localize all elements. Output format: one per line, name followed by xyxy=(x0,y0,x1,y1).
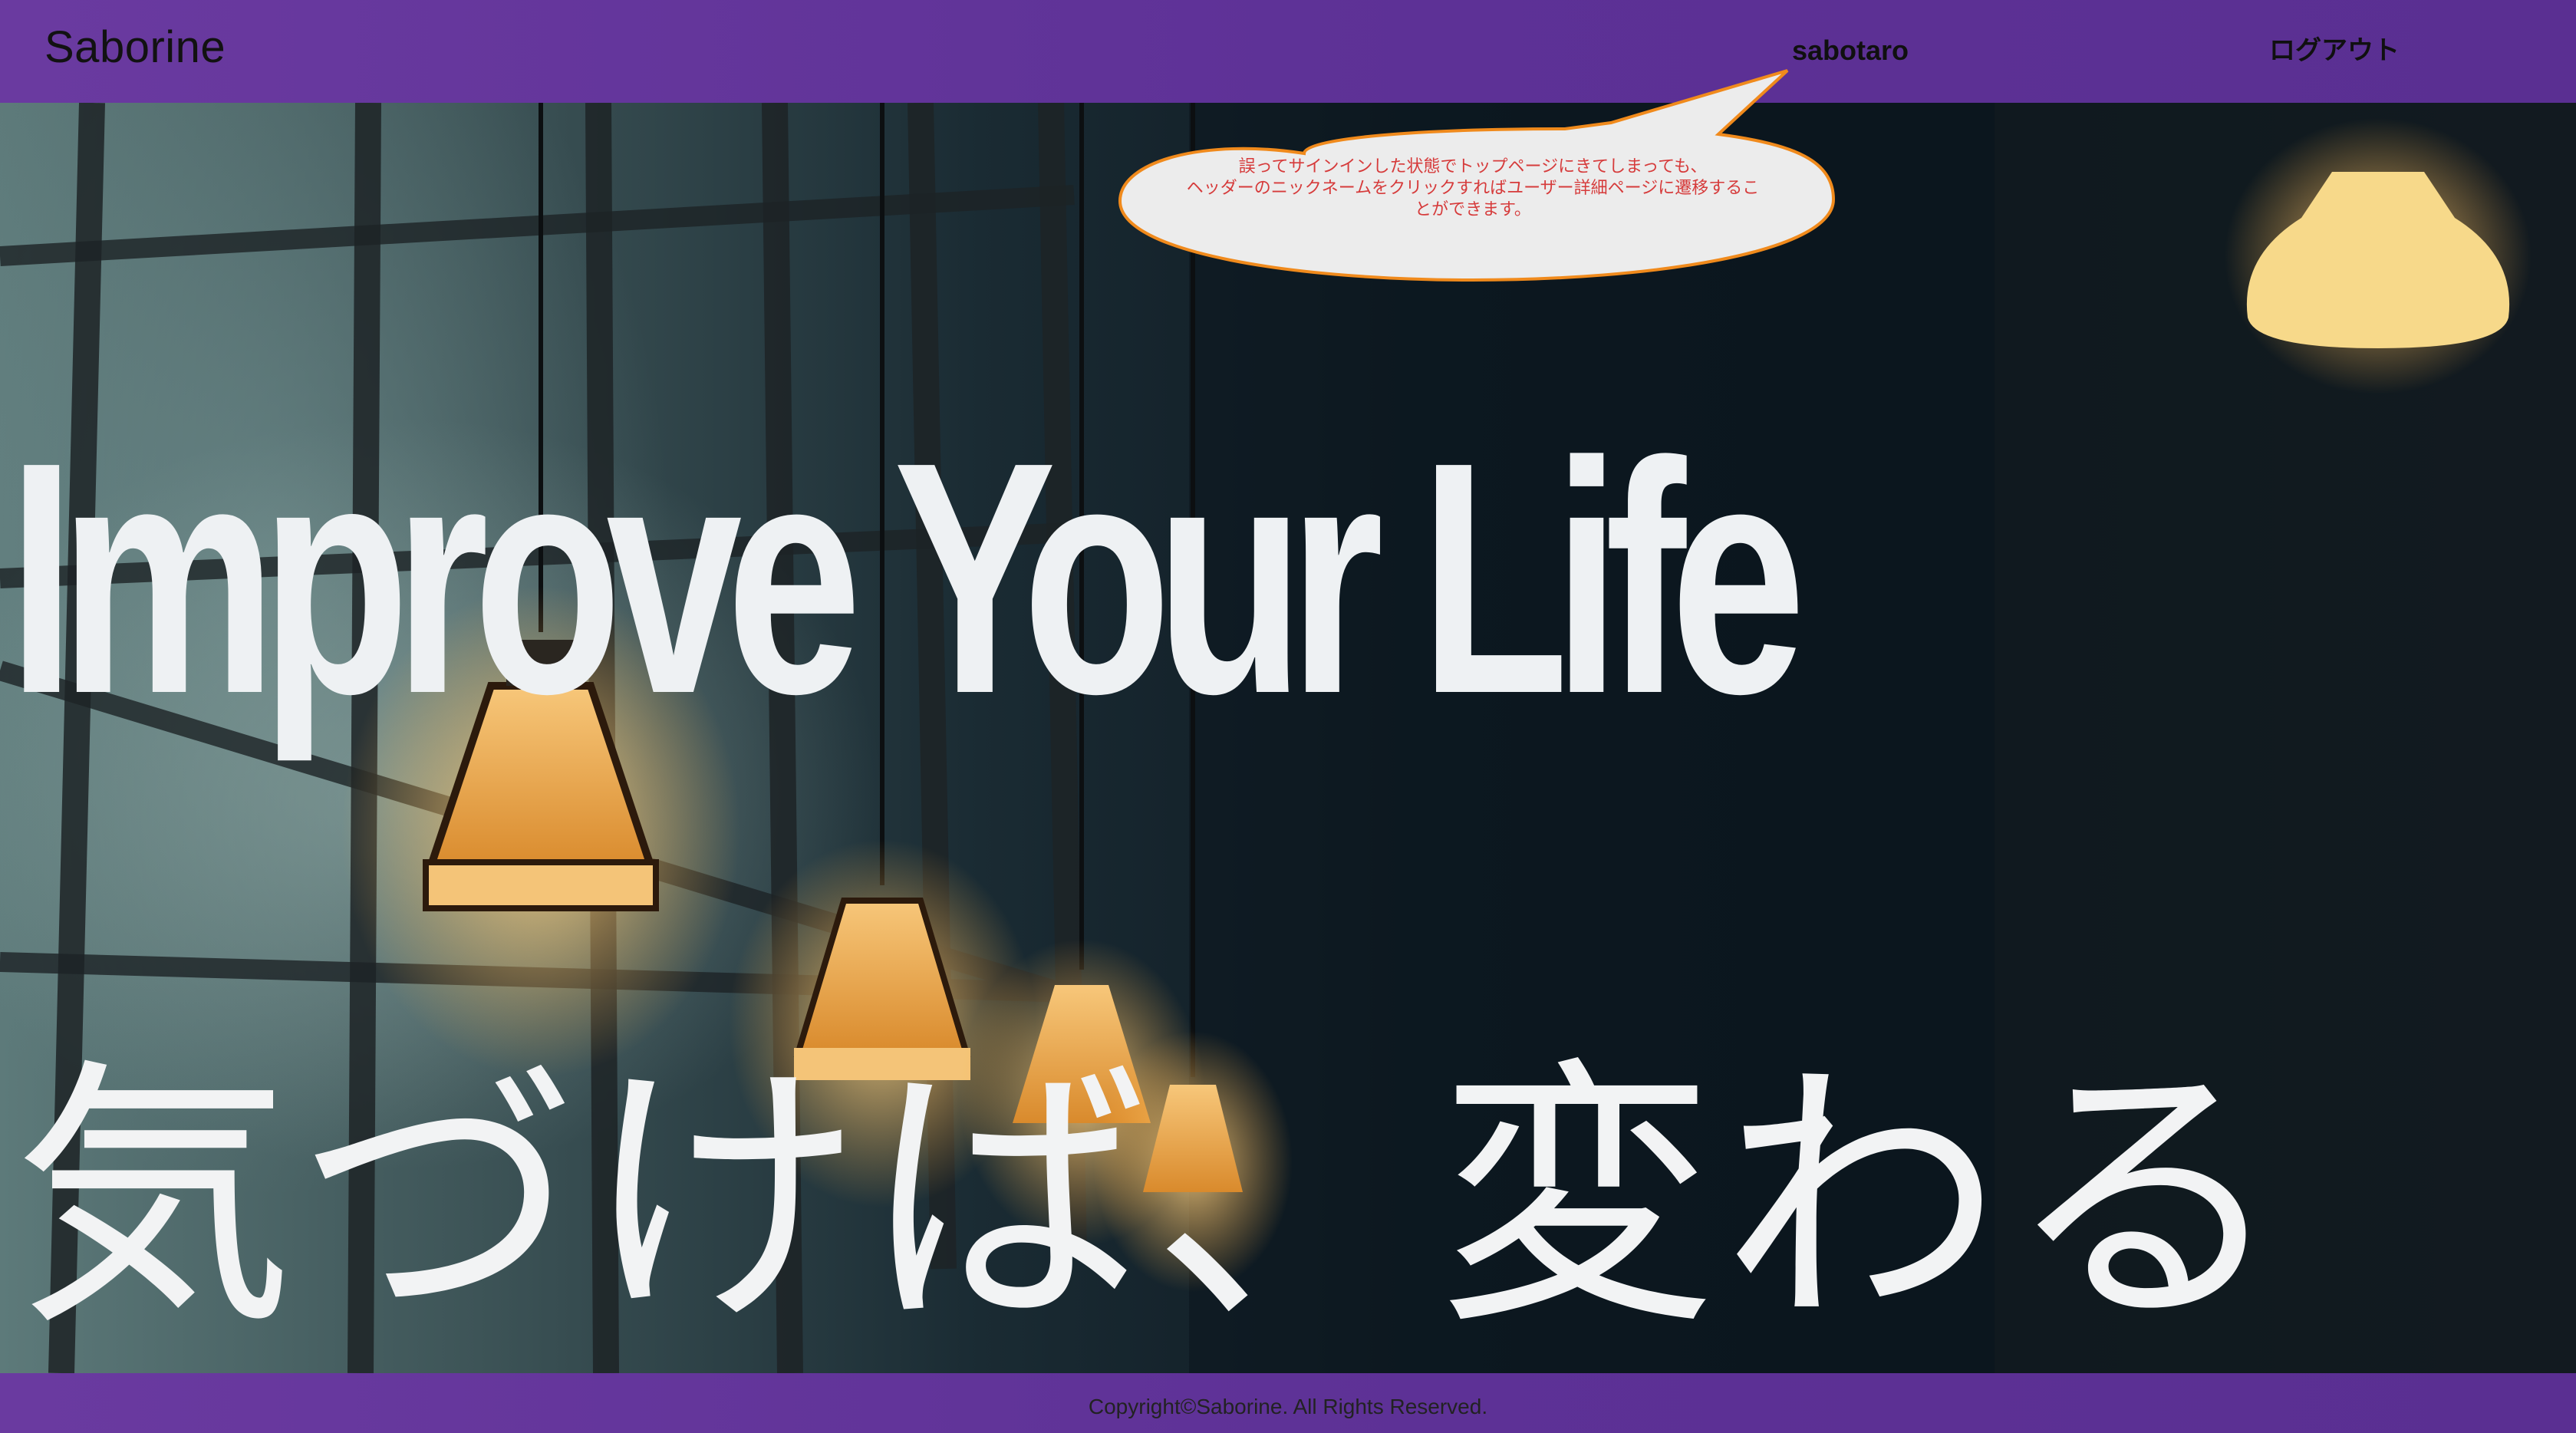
hero-headline-en: Improve Your Life xyxy=(8,394,1806,763)
hero-section: Improve Your Life 気づけば、変わる xyxy=(0,103,2576,1373)
annotation-line: 誤ってサインインした状態でトップページにきてしまっても、 xyxy=(1238,157,1708,176)
logout-link[interactable]: ログアウト xyxy=(2269,29,2400,72)
copyright-text: Copyright©Saborine. All Rights Reserved. xyxy=(1088,1395,1488,1418)
hero-headline-jp: 気づけば、変わる xyxy=(14,1036,2291,1362)
annotation-line: ヘッダーのニックネームをクリックすればユーザー詳細ページに遷移するこ xyxy=(1186,179,1760,198)
site-header: Saborine sabotaro ログアウト xyxy=(0,0,2576,103)
annotation-callout-text: 誤ってサインインした状態でトップページにきてしまっても、 ヘッダーのニックネーム… xyxy=(1128,156,1818,221)
brand-logo-link[interactable]: Saborine xyxy=(44,17,226,78)
site-footer: Copyright©Saborine. All Rights Reserved. xyxy=(0,1373,2576,1433)
annotation-line: とができます。 xyxy=(1415,200,1531,219)
user-nickname-link[interactable]: sabotaro xyxy=(1792,29,1909,72)
